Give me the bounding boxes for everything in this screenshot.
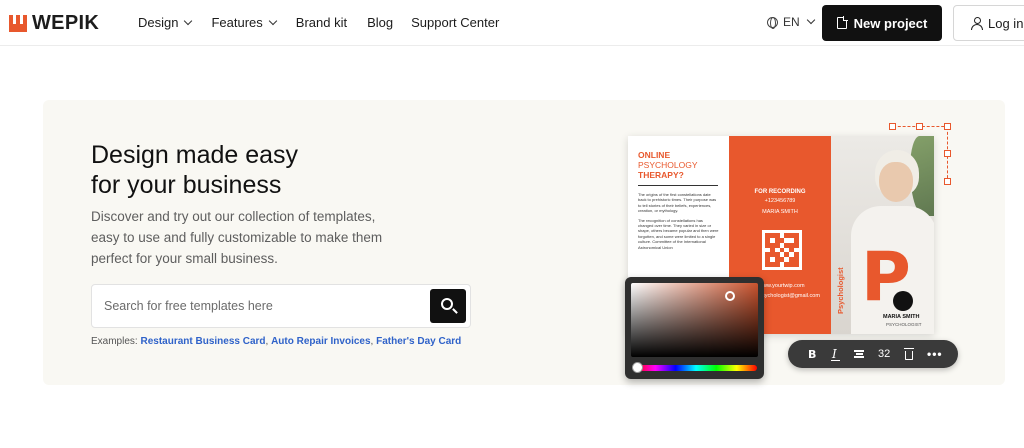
brochure-heading: ONLINE — [638, 150, 671, 160]
text-toolbar: B I 32 ••• — [788, 340, 958, 368]
hue-slider-handle[interactable] — [632, 362, 643, 373]
nav-item-design[interactable]: Design — [138, 15, 193, 30]
brochure-vertical-label: Psychologist — [836, 267, 845, 314]
chevron-down-icon — [268, 16, 278, 25]
hero-subtitle: Discover and try out our collection of t… — [91, 209, 383, 266]
example-link[interactable]: Father's Day Card — [376, 336, 461, 347]
main-nav: Design Features Brand kit Blog Support C… — [138, 15, 499, 30]
align-center-icon[interactable] — [854, 347, 864, 361]
nav-item-blog[interactable]: Blog — [367, 15, 393, 30]
chevron-down-icon — [806, 15, 815, 25]
top-navbar: WEPIK Design Features Brand kit Blog Sup… — [0, 0, 1024, 46]
search-icon — [441, 298, 453, 310]
resize-handle[interactable] — [944, 123, 951, 130]
document-icon — [836, 16, 848, 29]
resize-handle[interactable] — [889, 123, 896, 130]
examples-label: Examples: — [91, 336, 138, 347]
nav-item-label: Features — [211, 15, 263, 30]
template-search — [91, 284, 471, 328]
example-link[interactable]: Auto Repair Invoices — [271, 336, 370, 347]
hero-title: Design made easy for your business — [91, 140, 411, 200]
saturation-value-area[interactable] — [631, 283, 758, 357]
selection-box — [889, 123, 951, 185]
example-link[interactable]: Restaurant Business Card — [140, 336, 265, 347]
color-picker — [625, 277, 764, 379]
nav-item-label: Design — [138, 15, 179, 30]
brochure-person-name: MARIA SMITH — [883, 314, 920, 320]
login-label: Log in — [988, 15, 1024, 31]
qr-code-icon — [762, 230, 802, 270]
avatar — [893, 291, 913, 311]
new-project-button[interactable]: New project — [822, 5, 942, 41]
search-examples: Examples: Restaurant Business Card, Auto… — [91, 336, 462, 347]
chevron-down-icon — [184, 16, 193, 25]
brochure-body-text: The recognition of constellations has ch… — [638, 217, 719, 250]
language-selector[interactable]: EN — [767, 15, 815, 29]
nav-item-label: Blog — [367, 15, 394, 30]
brochure-heading: THERAPY? — [638, 170, 684, 180]
language-label: EN — [783, 15, 800, 29]
nav-item-features[interactable]: Features — [211, 15, 278, 30]
trash-icon[interactable] — [903, 347, 914, 361]
bold-button[interactable]: B — [808, 347, 816, 361]
resize-handle[interactable] — [944, 150, 951, 157]
search-input[interactable] — [104, 285, 424, 327]
nav-item-support-center[interactable]: Support Center — [411, 15, 499, 30]
search-button[interactable] — [430, 289, 466, 323]
brochure-person-role: PSYCHOLOGIST — [886, 322, 922, 327]
hero-title-line: for your business — [91, 171, 282, 199]
wepik-logo[interactable]: WEPIK — [8, 12, 99, 35]
hero-title-line: Design made easy — [91, 141, 299, 169]
new-project-label: New project — [853, 15, 928, 31]
font-size-value[interactable]: 32 — [878, 347, 890, 361]
brochure-heading: PSYCHOLOGY — [638, 160, 698, 170]
globe-icon — [767, 16, 778, 29]
color-picker-knob[interactable] — [725, 291, 735, 301]
more-options-button[interactable]: ••• — [927, 347, 943, 361]
login-button[interactable]: Log in — [953, 5, 1024, 41]
nav-item-label: Support Center — [411, 15, 500, 30]
brand-name: WEPIK — [32, 12, 100, 34]
crown-logo-icon — [8, 14, 28, 34]
brochure-name: MARIA SMITH — [762, 209, 798, 215]
divider — [638, 185, 718, 186]
resize-handle[interactable] — [944, 178, 951, 185]
brochure-body-text: The origins of the first constellations … — [638, 192, 717, 214]
hue-slider[interactable] — [635, 365, 757, 371]
italic-button[interactable]: I — [831, 347, 840, 361]
nav-item-label: Brand kit — [295, 15, 348, 30]
resize-handle[interactable] — [916, 123, 923, 130]
nav-item-brand-kit[interactable]: Brand kit — [296, 15, 347, 30]
brochure-phone: +123456789 — [764, 198, 796, 204]
user-icon — [971, 17, 983, 30]
brochure-recording-label: FOR RECORDING — [754, 189, 806, 195]
